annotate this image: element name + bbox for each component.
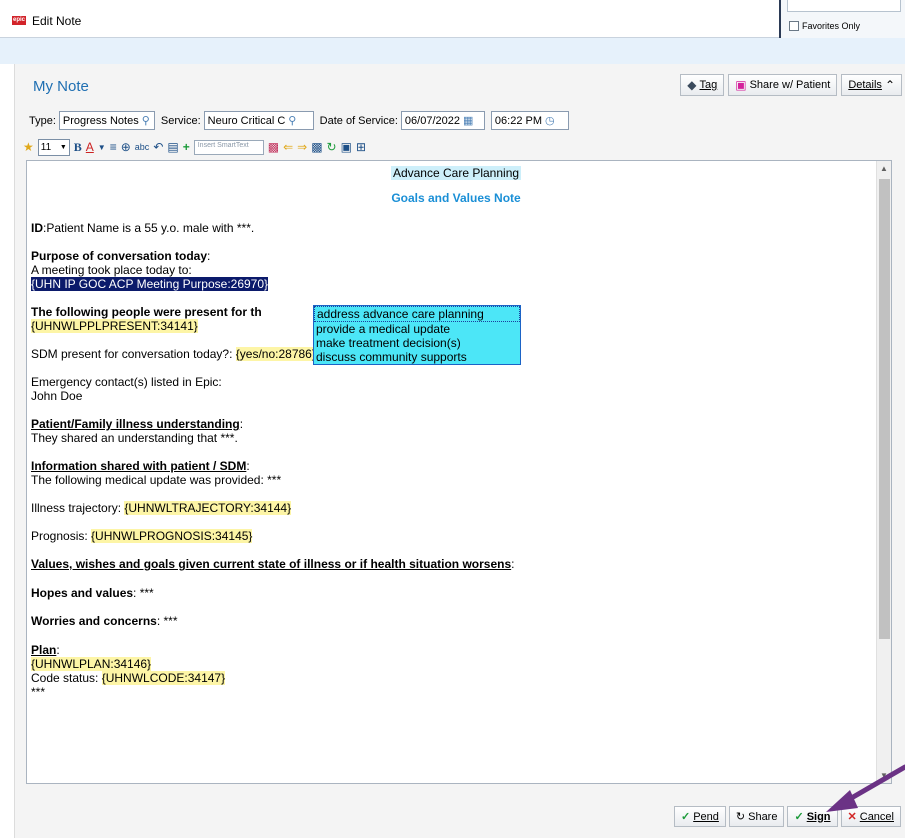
heading-goals-values: Goals and Values Note xyxy=(391,191,521,205)
trajectory-smartlist[interactable]: {UHNWLTRAJECTORY:34144} xyxy=(124,501,292,515)
next-field-icon[interactable]: ⇒ xyxy=(297,140,307,154)
undo-icon[interactable]: ↶ xyxy=(153,140,163,154)
window-title: Edit Note xyxy=(32,14,82,28)
favorites-only-toggle[interactable]: Favorites Only xyxy=(789,21,860,31)
plan-smartlist[interactable]: {UHNWLPLAN:34146} xyxy=(31,657,152,671)
emergency-name: John Doe xyxy=(31,389,83,403)
illness-heading: Patient/Family illness understanding: xyxy=(31,417,244,431)
pend-button[interactable]: ✓ Pend xyxy=(673,806,726,827)
scrollbar-thumb[interactable] xyxy=(879,179,890,639)
calendar-icon[interactable]: ▦ xyxy=(463,114,473,127)
insert-icon[interactable]: ▩ xyxy=(311,140,322,154)
favorites-only-checkbox[interactable] xyxy=(789,21,799,31)
note-editor-panel: My Note ◆ Tag ▣ Share w/ Patient Details… xyxy=(14,64,905,838)
smartlist-option[interactable]: make treatment decision(s) xyxy=(314,336,520,350)
tag-icon: ◆ xyxy=(687,78,697,92)
worries-line: Worries and concerns: *** xyxy=(31,614,178,628)
epic-logo-icon: epic xyxy=(12,16,26,25)
smartlist-option[interactable]: address advance care planning xyxy=(314,306,520,322)
editor-toolbar: ★ 11 ▼ B A ▼ ≡ ⊕ abc ↶ ▤ + Insert SmartTe… xyxy=(23,136,366,158)
tag-button[interactable]: ◆ Tag xyxy=(680,74,725,96)
id-line: ID:Patient Name is a 55 y.o. male with *… xyxy=(31,221,255,235)
cancel-x-icon: ✕ xyxy=(847,811,857,823)
present-heading: The following people were present for th xyxy=(31,305,262,319)
smartlist-option[interactable]: provide a medical update xyxy=(314,322,520,336)
font-size-select[interactable]: 11 ▼ xyxy=(37,138,70,156)
cancel-button[interactable]: ✕ Cancel xyxy=(840,806,901,827)
favorites-list xyxy=(787,0,901,12)
plan-heading: Plan: xyxy=(31,643,60,657)
pend-icon: ✓ xyxy=(680,811,691,823)
image-icon[interactable]: ▣ xyxy=(341,140,352,154)
time-field[interactable]: 06:22 PM ◷ xyxy=(490,111,569,130)
add-icon[interactable]: + xyxy=(183,140,190,154)
spellcheck-icon[interactable]: abc xyxy=(135,142,150,152)
type-field[interactable]: Progress Notes ⚲ xyxy=(58,111,155,130)
header-band xyxy=(0,38,905,64)
favorites-only-label: Favorites Only xyxy=(802,21,861,31)
type-label: Type: xyxy=(29,114,56,127)
scroll-down-icon[interactable]: ▼ xyxy=(880,771,888,780)
trajectory-line: Illness trajectory: {UHNWLTRAJECTORY:341… xyxy=(31,501,292,515)
star-icon[interactable]: ★ xyxy=(23,140,34,154)
smartphrase-icon[interactable]: ▤ xyxy=(167,140,178,154)
date-of-service-field[interactable]: 06/07/2022 ▦ xyxy=(400,111,485,130)
share-button[interactable]: ↻ Share xyxy=(728,806,785,827)
refresh-icon[interactable]: ↻ xyxy=(327,140,337,154)
search-icon[interactable]: ⚲ xyxy=(288,114,296,127)
service-label: Service: xyxy=(160,114,201,127)
smarttext-icon[interactable]: ▩ xyxy=(268,140,279,154)
clock-icon[interactable]: ◷ xyxy=(545,114,555,127)
sign-actions: ✓ Pend ↻ Share ✓ Sign ✕ Cancel xyxy=(673,806,901,827)
illness-text: They shared an understanding that ***. xyxy=(31,431,238,445)
scroll-up-icon[interactable]: ▲ xyxy=(880,164,888,173)
editor-scrollbar[interactable]: ▲ ▼ xyxy=(876,161,891,783)
code-smartlist[interactable]: {UHNWLCODE:34147} xyxy=(101,671,226,685)
share-patient-icon: ▣ xyxy=(735,78,747,92)
values-heading: Values, wishes and goals given current s… xyxy=(31,557,515,571)
chevron-up-icon: ⌃ xyxy=(884,78,895,92)
heading-advance-care: Advance Care Planning xyxy=(390,166,522,180)
bold-icon[interactable]: B xyxy=(74,140,82,155)
present-smartlist[interactable]: {UHNWLPPLPRESENT:34141} xyxy=(31,319,198,333)
code-line: Code status: {UHNWLCODE:34147} xyxy=(31,671,226,685)
emergency-line: Emergency contact(s) listed in Epic: xyxy=(31,375,222,389)
purpose-smartlist[interactable]: {UHN IP GOC ACP Meeting Purpose:26970} xyxy=(31,277,269,291)
hopes-line: Hopes and values: *** xyxy=(31,586,154,600)
smarttext-input[interactable]: Insert SmartText xyxy=(193,139,264,155)
prev-field-icon[interactable]: ⇐ xyxy=(283,140,293,154)
note-actions: ◆ Tag ▣ Share w/ Patient Details ⌃ xyxy=(680,74,902,96)
window-titlebar: epic Edit Note xyxy=(0,0,905,38)
attach-icon[interactable]: ⊞ xyxy=(356,140,366,154)
note-text-editor[interactable]: Advance Care Planning Goals and Values N… xyxy=(26,160,892,784)
info-heading: Information shared with patient / SDM: xyxy=(31,459,250,473)
sign-check-icon: ✓ xyxy=(794,811,804,823)
sign-button[interactable]: ✓ Sign xyxy=(787,806,838,827)
prognosis-smartlist[interactable]: {UHNWLPROGNOSIS:34145} xyxy=(91,529,253,543)
date-of-service-label: Date of Service: xyxy=(319,114,398,127)
purpose-line: A meeting took place today to: xyxy=(31,263,192,277)
purpose-heading: Purpose of conversation today: xyxy=(31,249,211,263)
note-fields: Type: Progress Notes ⚲ Service: Neuro Cr… xyxy=(29,111,575,130)
share-icon: ↻ xyxy=(735,811,746,823)
search-icon[interactable]: ⚲ xyxy=(142,114,150,127)
smartlist-option[interactable]: discuss community supports xyxy=(314,350,520,364)
zoom-icon[interactable]: ⊕ xyxy=(121,140,131,154)
details-button[interactable]: Details ⌃ xyxy=(841,74,902,96)
sdm-line: SDM present for conversation today?: {ye… xyxy=(31,347,316,361)
prognosis-line: Prognosis: {UHNWLPROGNOSIS:34145} xyxy=(31,529,253,543)
service-field[interactable]: Neuro Critical C ⚲ xyxy=(203,111,314,130)
info-text: The following medical update was provide… xyxy=(31,473,282,487)
font-color-icon[interactable]: A xyxy=(86,140,94,154)
sdm-smartlist[interactable]: {yes/no:28786} xyxy=(235,347,316,361)
list-icon[interactable]: ≡ xyxy=(110,140,117,154)
stars-line: *** xyxy=(31,685,46,699)
dropdown-icon[interactable]: ▼ xyxy=(98,143,106,152)
note-title: My Note xyxy=(33,78,89,95)
smartlist-dropdown: address advance care planning provide a … xyxy=(313,305,521,365)
share-with-patient-button[interactable]: ▣ Share w/ Patient xyxy=(728,74,838,96)
